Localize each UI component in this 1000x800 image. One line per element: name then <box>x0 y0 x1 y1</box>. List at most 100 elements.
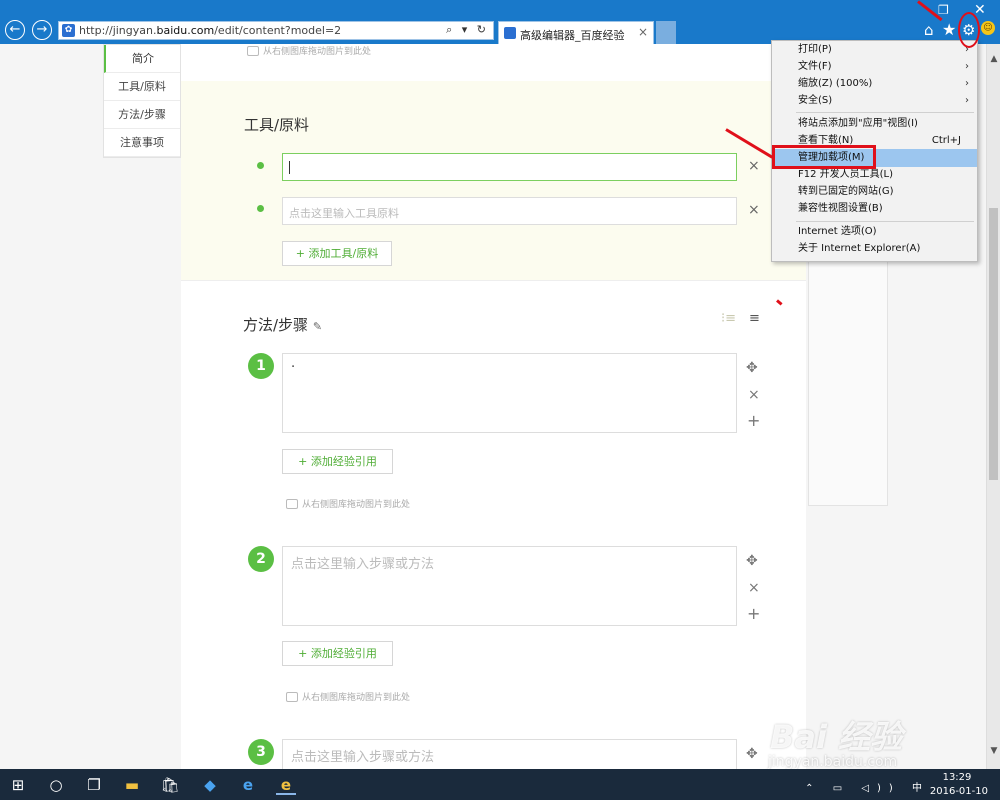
side-nav-item-tools[interactable]: 工具/原料 <box>104 73 180 101</box>
feedback-smiley-icon[interactable]: ☺ <box>981 21 995 35</box>
image-drop-text: 从右侧图库拖动图片到此处 <box>263 47 372 57</box>
image-drop-text: 从右侧图库拖动图片到此处 <box>302 693 411 703</box>
numbered-list-icon[interactable]: ⁝≡ <box>721 311 736 326</box>
menu-item-label: 打印(P) <box>798 44 832 55</box>
menu-item-print[interactable]: 打印(P) › <box>772 41 977 59</box>
address-bar[interactable]: ✿ http://jingyan.baidu.com/edit/content?… <box>58 21 494 40</box>
tool-input-1[interactable] <box>282 153 737 181</box>
add-tool-button[interactable]: + 添加工具/原料 <box>282 241 392 266</box>
tools-section-title: 工具/原料 <box>244 116 310 134</box>
watermark-logo: Bai 经验 <box>770 718 903 756</box>
step-2-image-drop-hint[interactable]: 从右侧图库拖动图片到此处 <box>286 690 410 703</box>
tools-section: 工具/原料 × 点击这里输入工具原料 × + 添加工具/原料 <box>181 81 806 281</box>
submenu-arrow-icon: › <box>965 95 969 106</box>
menu-item-zoom[interactable]: 缩放(Z) (100%) › <box>772 75 977 93</box>
tool-bullet <box>257 162 264 169</box>
remove-tool-2-icon[interactable]: × <box>748 202 760 218</box>
windows-taskbar: ⊞ ○ ❐ ▬ 🛍 ◆ e e ⌃ ▭ ◁)) 中 13:29 2016-01-… <box>0 769 1000 800</box>
side-nav-item-notes[interactable]: 注意事项 <box>104 129 180 157</box>
menu-separator <box>796 221 974 222</box>
image-drop-text: 从右侧图库拖动图片到此处 <box>302 500 411 510</box>
baidu-jingyan-watermark: Bai 经验 jingyan.baidu.com <box>764 712 994 776</box>
step-number: 2 <box>248 546 274 572</box>
step-1-move-icon[interactable]: ✥ <box>746 360 758 376</box>
file-explorer-icon[interactable]: ▬ <box>122 775 142 795</box>
text-caret <box>289 161 290 174</box>
forward-icon[interactable]: → <box>32 20 52 40</box>
remove-tool-1-icon[interactable]: × <box>748 158 760 174</box>
step-1-add-reference-button[interactable]: + 添加经验引用 <box>282 449 393 474</box>
edge-icon[interactable]: e <box>238 775 258 795</box>
bullet-list-icon[interactable]: ≡ <box>749 311 760 326</box>
internet-explorer-icon[interactable]: e <box>276 775 296 795</box>
tab-favicon-icon <box>504 27 516 39</box>
restore-window-icon[interactable]: ❐ <box>938 3 949 17</box>
new-tab-button[interactable] <box>656 21 676 44</box>
step-2-input[interactable]: 点击这里输入步骤或方法 <box>282 546 737 626</box>
side-nav: 简介 工具/原料 方法/步骤 注意事项 <box>103 44 181 158</box>
steps-section-title: 方法/步骤 ✎ <box>243 314 322 335</box>
watermark-url: jingyan.baidu.com <box>768 754 898 770</box>
annotation-circle <box>958 12 980 48</box>
favorites-icon[interactable]: ★ <box>942 20 956 39</box>
clock-time[interactable]: 13:29 <box>932 772 982 783</box>
annotation-highlight-box <box>772 145 876 169</box>
step-1-image-drop-hint[interactable]: 从右侧图库拖动图片到此处 <box>286 497 410 510</box>
scroll-up-icon[interactable]: ▲ <box>987 54 1000 64</box>
step-2-move-icon[interactable]: ✥ <box>746 553 758 569</box>
tool-input-2[interactable]: 点击这里输入工具原料 <box>282 197 737 225</box>
url-prefix: http://jingyan. <box>79 24 157 37</box>
menu-separator <box>796 112 974 113</box>
url-suffix: /edit/content?model=2 <box>214 24 342 37</box>
step-2-add-reference-button[interactable]: + 添加经验引用 <box>282 641 393 666</box>
edit-title-icon[interactable]: ✎ <box>313 320 322 333</box>
clock-date[interactable]: 2016-01-10 <box>930 786 988 797</box>
site-favicon-icon: ✿ <box>62 24 75 37</box>
menu-item-add-site-to-apps[interactable]: 将站点添加到"应用"视图(I) <box>772 115 977 133</box>
menu-item-label: 文件(F) <box>798 61 832 72</box>
back-icon[interactable]: ← <box>5 20 25 40</box>
task-view-icon[interactable]: ❐ <box>84 775 104 795</box>
step-2-remove-icon[interactable]: × <box>748 580 760 596</box>
submenu-arrow-icon: › <box>965 61 969 72</box>
side-nav-item-steps[interactable]: 方法/步骤 <box>104 101 180 129</box>
address-tools-icons[interactable]: ⌕ ▾ ↻ <box>446 23 489 37</box>
image-icon <box>286 499 298 509</box>
side-nav-item-intro[interactable]: 简介 <box>104 45 180 73</box>
home-icon[interactable]: ⌂ <box>924 21 934 39</box>
scrollbar-thumb[interactable] <box>989 208 998 480</box>
steps-title-text: 方法/步骤 <box>243 316 309 334</box>
step-1-input[interactable]: · <box>282 353 737 433</box>
menu-item-label: 缩放(Z) (100%) <box>798 78 873 89</box>
menu-item-label: 安全(S) <box>798 95 833 106</box>
step-3-input[interactable]: 点击这里输入步骤或方法 <box>282 739 737 769</box>
browser-tab[interactable]: 高级编辑器_百度经验 × <box>498 21 654 44</box>
store-icon[interactable]: 🛍 <box>160 775 180 795</box>
image-drop-hint[interactable]: 从右侧图库拖动图片到此处 <box>247 44 371 57</box>
step-3-move-icon[interactable]: ✥ <box>746 746 758 762</box>
start-icon[interactable]: ⊞ <box>8 775 28 795</box>
step-1-remove-icon[interactable]: × <box>748 387 760 403</box>
search-icon[interactable]: ○ <box>46 775 66 795</box>
image-icon <box>286 692 298 702</box>
step-2-add-icon[interactable]: + <box>747 604 760 623</box>
menu-item-about-ie[interactable]: 关于 Internet Explorer(A) <box>772 240 977 258</box>
menu-shortcut: Ctrl+J <box>931 135 961 146</box>
page-scrollbar[interactable]: ▲ ▼ <box>986 44 1000 769</box>
menu-item-file[interactable]: 文件(F) › <box>772 58 977 76</box>
menu-item-safety[interactable]: 安全(S) › <box>772 92 977 110</box>
submenu-arrow-icon: › <box>965 78 969 89</box>
menu-item-internet-options[interactable]: Internet 选项(O) <box>772 223 977 241</box>
url-domain: baidu.com <box>156 24 215 37</box>
menu-item-pinned-sites[interactable]: 转到已固定的网站(G) <box>772 183 977 201</box>
url-text[interactable]: http://jingyan.baidu.com/edit/content?mo… <box>79 24 341 37</box>
editor-panel: 从右侧图库拖动图片到此处 工具/原料 × 点击这里输入工具原料 × + 添加工具… <box>181 44 806 769</box>
step-number: 1 <box>248 353 274 379</box>
tab-close-icon[interactable]: × <box>638 25 648 39</box>
tool-bullet <box>257 205 264 212</box>
step-1-add-icon[interactable]: + <box>747 411 760 430</box>
tray-icons[interactable]: ⌃ ▭ ◁)) 中 <box>805 779 930 794</box>
app-icon[interactable]: ◆ <box>200 775 220 795</box>
image-icon <box>247 46 259 56</box>
menu-item-compat-view[interactable]: 兼容性视图设置(B) <box>772 200 977 218</box>
